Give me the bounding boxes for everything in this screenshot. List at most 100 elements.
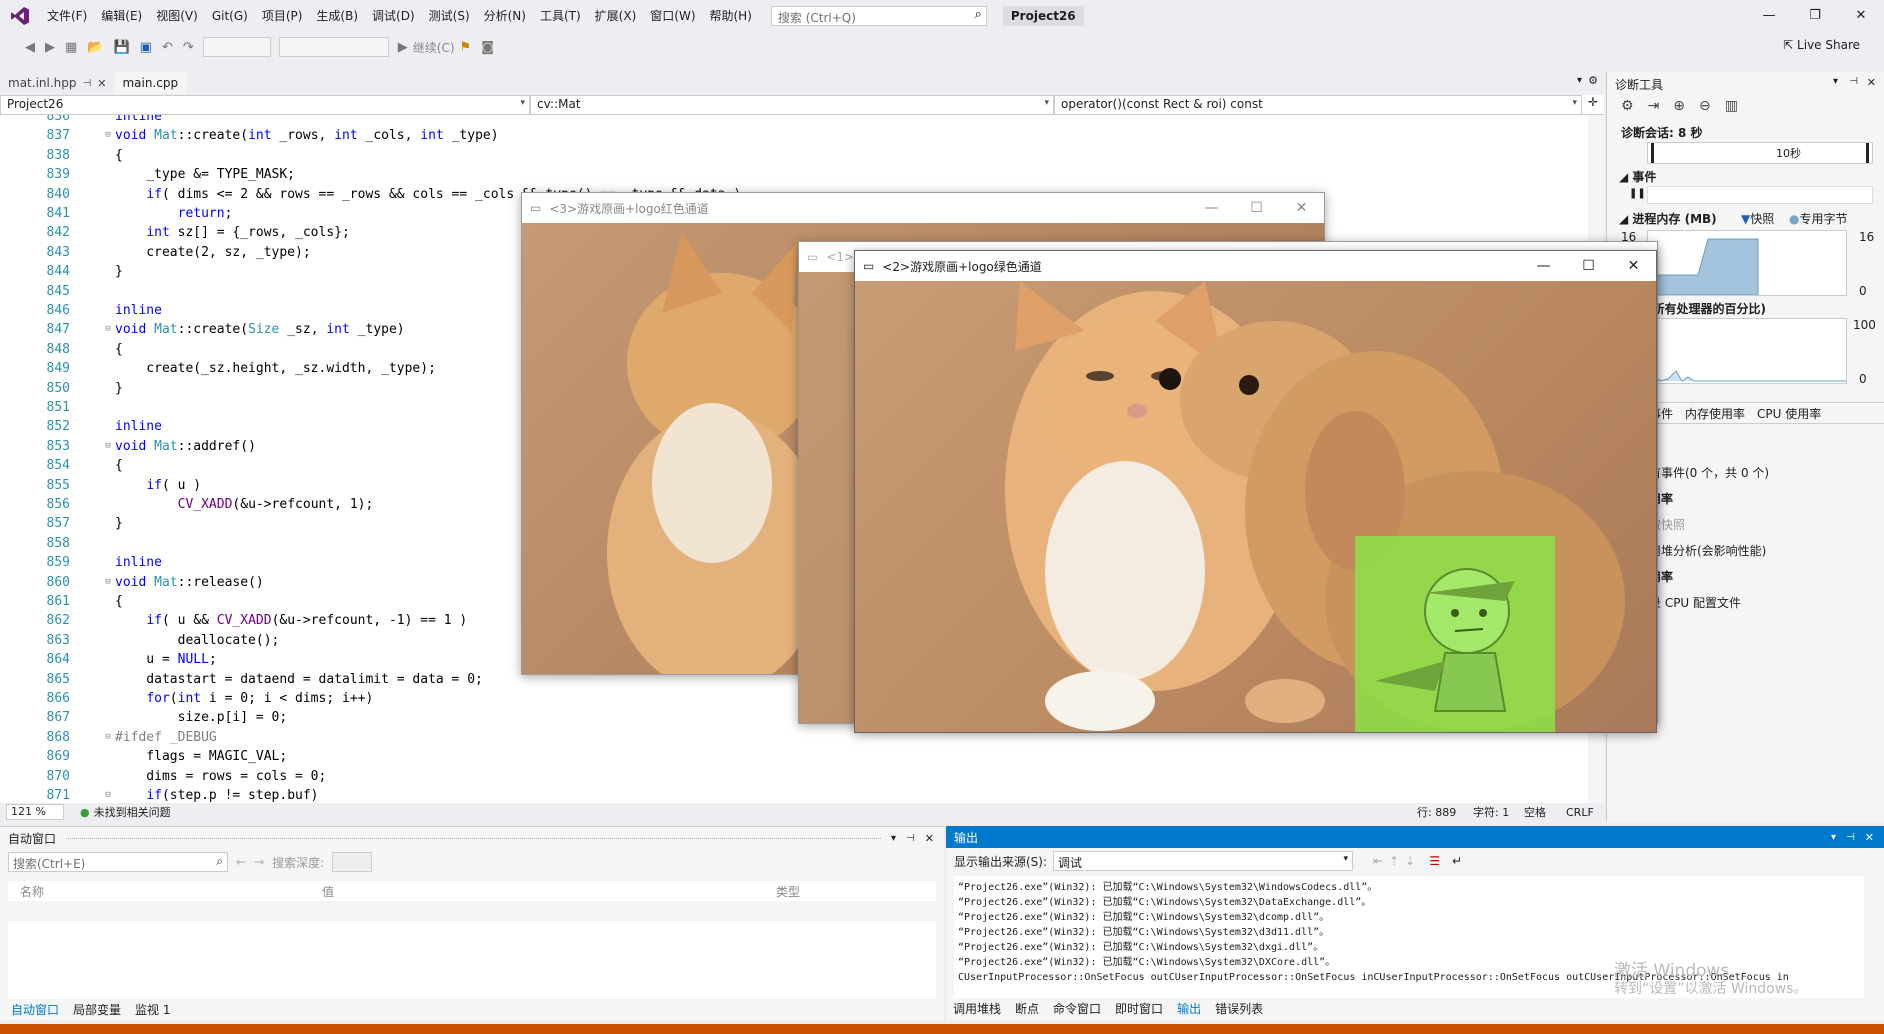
autos-table-body[interactable] [8, 921, 936, 999]
image-window-green-channel[interactable]: ▭ <2>游戏原画+logo绿色通道 — ☐ ✕ [854, 250, 1657, 733]
tab-error-list[interactable]: 错误列表 [1208, 998, 1270, 1020]
settings-gear-icon[interactable]: ⚙ [1588, 74, 1598, 87]
output-source-dropdown[interactable]: 调试 ▾ [1053, 851, 1354, 871]
minimize-icon[interactable]: — [1189, 193, 1234, 223]
redo-icon[interactable]: ↷ [178, 40, 199, 55]
visual-studio-logo-icon[interactable] [0, 0, 40, 32]
tab-cpu-usage[interactable]: CPU 使用率 [1757, 405, 1821, 422]
code-line[interactable]: 837 ⊟ void Mat::create(int _rows, int _col… [0, 126, 1580, 145]
scope-dropdown[interactable]: cv::Mat [530, 95, 1054, 115]
save-all-icon[interactable]: ▣ [135, 40, 157, 55]
menu-item[interactable]: 文件(F) [40, 0, 94, 32]
back-icon[interactable]: ◀ [20, 40, 40, 55]
timeline-ruler[interactable]: 10秒 [1647, 142, 1873, 164]
project-dropdown[interactable]: Project26 [0, 95, 530, 115]
menu-item[interactable]: 窗口(W) [643, 0, 702, 32]
find-icon[interactable]: ⚑ [455, 40, 477, 55]
play-icon[interactable]: ▶ [393, 40, 413, 55]
pin-icon[interactable]: ⊣ [1846, 832, 1855, 843]
zoom-dropdown[interactable]: 121 % [6, 804, 64, 820]
panel-menu-icon[interactable]: ▾ [891, 833, 896, 844]
minimize-icon[interactable]: — [1746, 0, 1792, 32]
live-share-button[interactable]: ⇱ Live Share [1783, 38, 1860, 52]
window-titlebar[interactable]: ▭ <2>游戏原画+logo绿色通道 — ☐ ✕ [855, 251, 1656, 281]
tab-list-icon[interactable]: ▾ [1577, 75, 1582, 86]
issues-status[interactable]: 未找到相关问题 [94, 804, 171, 820]
autos-search-input[interactable]: 搜索(Ctrl+E) ⌕ [8, 852, 228, 872]
zoom-out-icon[interactable]: ⊖ [1699, 98, 1711, 114]
fold-toggle-icon[interactable]: ⊟ [103, 728, 113, 747]
search-input[interactable]: 搜索 (Ctrl+Q) ⌕ [770, 6, 987, 26]
solution-platform-dropdown[interactable] [278, 37, 389, 57]
indent-indicator[interactable]: 空格 [1524, 804, 1546, 820]
tab-call-stack[interactable]: 调用堆栈 [946, 998, 1008, 1020]
close-icon[interactable]: ✕ [1279, 193, 1324, 223]
tab-main-cpp[interactable]: main.cpp [114, 72, 187, 94]
back-arrow-icon[interactable]: ← [236, 855, 246, 869]
code-line[interactable]: 870 dims = rows = cols = 0; [0, 767, 1580, 786]
new-project-icon[interactable]: ▦ [60, 40, 82, 55]
tab-breakpoints[interactable]: 断点 [1008, 998, 1046, 1020]
tab-watch-1[interactable]: 监视 1 [128, 999, 177, 1021]
menu-item[interactable]: 生成(B) [309, 0, 365, 32]
export-icon[interactable]: ⇥ [1648, 98, 1660, 114]
eol-indicator[interactable]: CRLF [1566, 806, 1594, 819]
search-depth-dropdown[interactable] [332, 852, 373, 872]
output-text-area[interactable]: “Project26.exe”(Win32): 已加载“C:\Windows\S… [954, 876, 1864, 998]
split-icon[interactable]: ✛ [1582, 95, 1604, 114]
memory-chart[interactable] [1647, 230, 1847, 296]
pin-icon[interactable]: ⊣ [83, 78, 92, 89]
open-file-icon[interactable]: 📂 [82, 40, 108, 55]
search-icon[interactable]: ⌕ [975, 7, 982, 22]
window-titlebar[interactable]: ▭ <3>游戏原画+logo红色通道 — ☐ ✕ [522, 193, 1324, 223]
close-icon[interactable]: ✕ [1865, 831, 1874, 844]
search-icon[interactable]: ⌕ [216, 854, 223, 869]
fold-toggle-icon[interactable]: ⊟ [103, 786, 113, 803]
solution-config-dropdown[interactable] [202, 37, 271, 57]
menu-item[interactable]: 视图(V) [149, 0, 205, 32]
zoom-in-icon[interactable]: ⊕ [1673, 98, 1685, 114]
fold-toggle-icon[interactable]: ⊟ [103, 437, 113, 456]
record-cpu-profile-button[interactable]: 录 CPU 配置文件 [1649, 594, 1741, 611]
column-value[interactable]: 值 [322, 883, 334, 900]
tab-output[interactable]: 输出 [1170, 998, 1208, 1020]
code-line[interactable]: 838 { [0, 146, 1580, 165]
tab-mat-inl-hpp[interactable]: mat.inl.hpp ⊣ ✕ [0, 72, 114, 94]
menu-item[interactable]: 工具(T) [533, 0, 588, 32]
forward-arrow-icon[interactable]: → [254, 855, 264, 869]
code-line[interactable]: 839 _type &= TYPE_MASK; [0, 165, 1580, 184]
menu-item[interactable]: 编辑(E) [94, 0, 149, 32]
forward-icon[interactable]: ▶ [40, 40, 60, 55]
word-wrap-icon[interactable]: ↵ [1452, 854, 1462, 868]
close-icon[interactable]: ✕ [1838, 0, 1884, 32]
pin-icon[interactable]: ⊣ [1849, 76, 1858, 87]
menu-item[interactable]: 测试(S) [422, 0, 477, 32]
close-tab-icon[interactable]: ✕ [97, 77, 106, 90]
menu-item[interactable]: 扩展(X) [588, 0, 644, 32]
prev-message-icon[interactable]: ⇡ [1389, 854, 1399, 868]
tab-autos[interactable]: 自动窗口 [4, 999, 66, 1021]
fold-toggle-icon[interactable]: ⊟ [103, 126, 113, 145]
tab-locals[interactable]: 局部变量 [66, 999, 128, 1021]
tab-memory-usage[interactable]: 内存使用率 [1685, 405, 1745, 422]
minimize-icon[interactable]: — [1521, 251, 1566, 281]
settings-gear-icon[interactable]: ⚙ [1621, 98, 1634, 114]
cpu-chart[interactable] [1647, 318, 1847, 384]
undo-icon[interactable]: ↶ [157, 40, 178, 55]
code-line[interactable]: 869 flags = MAGIC_VAL; [0, 747, 1580, 766]
menu-item[interactable]: 项目(P) [255, 0, 310, 32]
menu-item[interactable]: Git(G) [205, 0, 255, 32]
fold-toggle-icon[interactable]: ⊟ [103, 573, 113, 592]
close-icon[interactable]: ✕ [1867, 76, 1876, 89]
maximize-icon[interactable]: ☐ [1566, 251, 1611, 281]
member-dropdown[interactable]: operator()(const Rect & roi) const [1054, 95, 1582, 115]
code-line[interactable]: 871 ⊟ if(step.p != step.buf) [0, 786, 1580, 803]
menu-item[interactable]: 分析(N) [477, 0, 533, 32]
save-icon[interactable]: 💾 [108, 40, 134, 55]
fold-toggle-icon[interactable]: ⊟ [103, 320, 113, 339]
panel-menu-icon[interactable]: ▾ [1831, 832, 1836, 843]
pin-icon[interactable]: ⊣ [906, 833, 915, 844]
continue-button[interactable]: 继续(C) [413, 39, 455, 56]
events-header[interactable]: ◢ 事件 [1619, 168, 1656, 185]
column-type[interactable]: 类型 [776, 883, 800, 900]
